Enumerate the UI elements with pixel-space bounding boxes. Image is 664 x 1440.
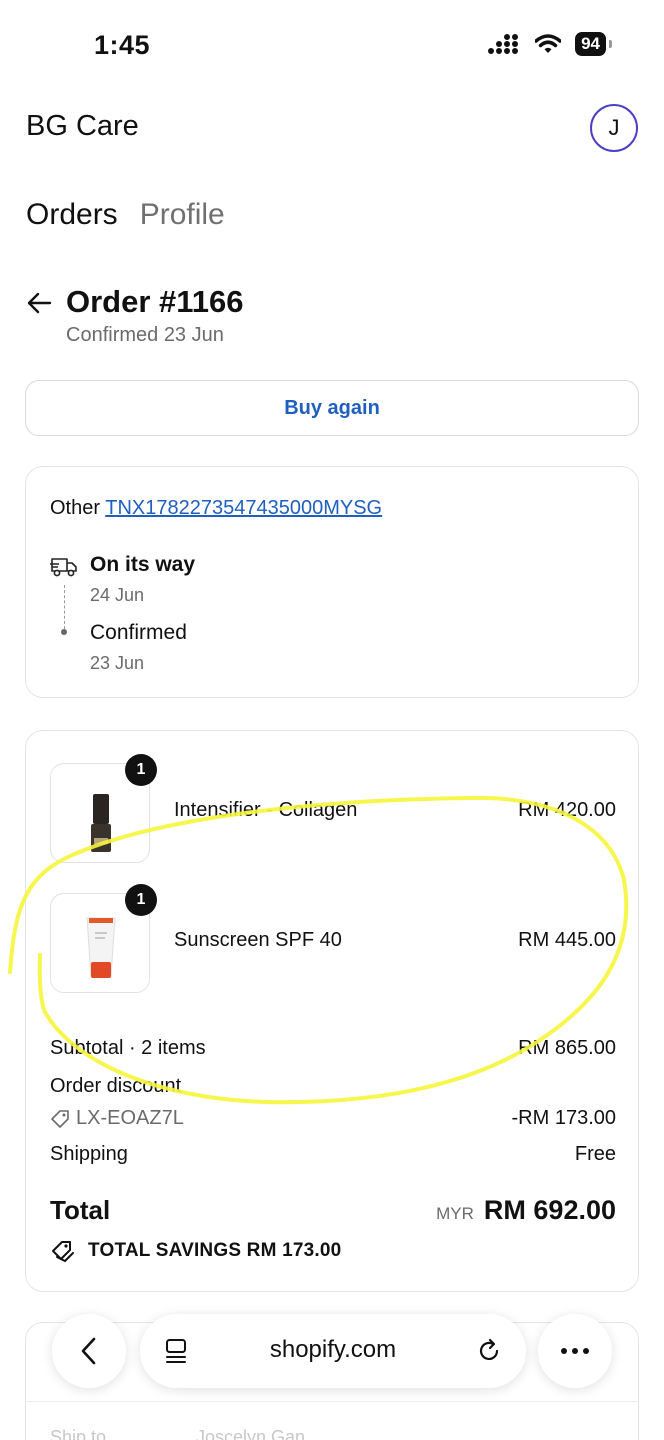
more-dot bbox=[572, 1348, 578, 1354]
total-amount: MYR RM 692.00 bbox=[436, 1195, 616, 1226]
quantity-badge: 1 bbox=[125, 884, 157, 916]
subtotal-label: Subtotal · 2 items bbox=[50, 1037, 206, 1059]
browser-toolbar: shopify.com bbox=[0, 1300, 664, 1420]
more-options-button[interactable] bbox=[538, 1314, 612, 1388]
signal-icon bbox=[488, 34, 519, 54]
savings-label: TOTAL SAVINGS RM 173.00 bbox=[88, 1240, 342, 1261]
ship-to-label: Ship to bbox=[50, 1427, 107, 1440]
item-name: Intensifier - Collagen bbox=[174, 799, 358, 821]
nav-tabs: Orders Profile bbox=[26, 198, 225, 232]
timeline-dot bbox=[61, 629, 67, 635]
timeline-event-date: 24 Jun bbox=[90, 585, 145, 605]
order-subtitle: Confirmed 23 Jun bbox=[66, 324, 224, 346]
list-item[interactable]: 1 Sunscreen SPF 40 RM 445.00 bbox=[50, 884, 616, 993]
more-dot bbox=[583, 1348, 589, 1354]
quantity-badge: 1 bbox=[125, 754, 157, 786]
subtotal-value: RM 865.00 bbox=[518, 1037, 616, 1059]
address-bar[interactable]: shopify.com bbox=[140, 1314, 526, 1388]
total-row: Total MYR RM 692.00 bbox=[50, 1195, 616, 1226]
shipping-row: Shipping Free bbox=[50, 1143, 616, 1166]
order-summary-card: 1 Intensifier - Collagen RM 420.00 1 Sun… bbox=[25, 730, 639, 1292]
item-price: RM 445.00 bbox=[518, 929, 616, 951]
subtotal-row: Subtotal · 2 items RM 865.00 bbox=[50, 1037, 616, 1060]
ship-to-value: Joscelyn Gan bbox=[196, 1427, 306, 1440]
product-thumbnail: 1 bbox=[50, 754, 157, 863]
product-thumbnail: 1 bbox=[50, 884, 157, 993]
browser-back-button[interactable] bbox=[52, 1314, 126, 1388]
list-item[interactable]: 1 Intensifier - Collagen RM 420.00 bbox=[50, 754, 616, 863]
battery-indicator: 94 bbox=[575, 32, 612, 56]
status-icons: 94 bbox=[487, 32, 612, 56]
item-price: RM 420.00 bbox=[518, 799, 616, 821]
discount-code-text: LX-EOAZ7L bbox=[76, 1107, 184, 1129]
shipping-value: Free bbox=[574, 1143, 616, 1165]
tab-profile[interactable]: Profile bbox=[140, 198, 225, 232]
more-dot bbox=[561, 1348, 567, 1354]
shipping-label: Shipping bbox=[50, 1143, 128, 1165]
timeline-event-date: 23 Jun bbox=[90, 653, 145, 673]
timeline-connector bbox=[64, 585, 65, 629]
savings-tag-icon bbox=[52, 1241, 74, 1263]
truck-icon bbox=[50, 558, 77, 577]
total-label: Total bbox=[50, 1195, 111, 1225]
discount-row: Order discount bbox=[50, 1075, 616, 1098]
item-name: Sunscreen SPF 40 bbox=[174, 929, 342, 951]
tab-orders[interactable]: Orders bbox=[26, 198, 118, 232]
url-text: shopify.com bbox=[269, 1336, 397, 1363]
timeline-event-title: Confirmed bbox=[90, 621, 187, 644]
wifi-icon bbox=[535, 34, 562, 53]
status-bar: 1:45 94 bbox=[0, 0, 664, 90]
carrier-label: Other bbox=[50, 497, 101, 519]
chevron-left-icon bbox=[81, 1337, 96, 1365]
status-time: 1:45 bbox=[94, 30, 151, 60]
discount-label: Order discount bbox=[50, 1075, 182, 1097]
tracking-card: Other TNX1782273547435000MYSG On its way… bbox=[25, 466, 639, 698]
app-title: BG Care bbox=[26, 110, 139, 142]
avatar[interactable]: J bbox=[590, 104, 638, 152]
tag-icon bbox=[51, 1109, 69, 1128]
total-savings: TOTAL SAVINGS RM 173.00 bbox=[50, 1239, 341, 1263]
buy-again-button[interactable]: Buy again bbox=[25, 380, 639, 436]
back-arrow-icon[interactable] bbox=[26, 290, 52, 316]
discount-code-row: LX-EOAZ7L -RM 173.00 bbox=[50, 1107, 616, 1130]
discount-code: LX-EOAZ7L bbox=[50, 1107, 184, 1130]
tracking-line: Other TNX1782273547435000MYSG bbox=[50, 497, 382, 520]
reload-icon[interactable] bbox=[476, 1338, 502, 1364]
discount-value: -RM 173.00 bbox=[511, 1107, 617, 1129]
timeline-event-title: On its way bbox=[90, 553, 196, 576]
total-currency: MYR bbox=[436, 1204, 474, 1223]
tracking-number-link[interactable]: TNX1782273547435000MYSG bbox=[105, 497, 382, 519]
order-title: Order #1166 bbox=[66, 284, 244, 319]
total-value: RM 692.00 bbox=[483, 1195, 616, 1225]
